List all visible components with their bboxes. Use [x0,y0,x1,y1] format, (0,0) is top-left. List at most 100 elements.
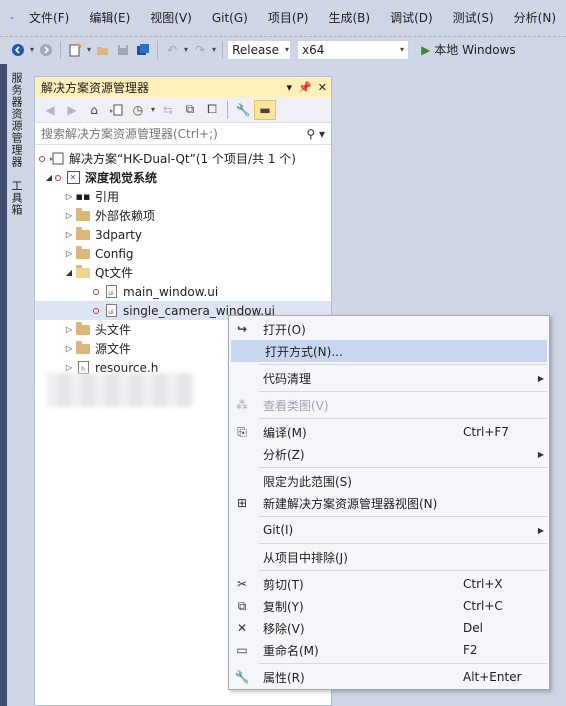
sync-icon[interactable]: ⇆ [157,100,179,120]
external-deps-icon [75,207,91,223]
shortcut-remove: Del [463,621,483,635]
menu-item-open-with[interactable]: 打开方式(N)... [231,340,547,362]
new-project-icon[interactable] [65,40,85,60]
save-all-icon[interactable] [133,40,153,60]
collapsed-arrow-icon[interactable]: ▷ [63,344,75,353]
menu-item-cut[interactable]: ✂ 剪切(T) Ctrl+X [229,573,549,595]
menu-item-properties[interactable]: 🔧 属性(R) Alt+Enter [229,666,549,688]
collapsed-arrow-icon[interactable]: ▷ [63,230,75,239]
wrench-icon: 🔧 [234,670,250,684]
save-icon[interactable] [113,40,133,60]
menu-file[interactable]: 文件(F) [19,0,79,36]
start-debugging-button[interactable]: ▶ 本地 Windows [421,41,516,58]
external-deps-label: 外部依赖项 [95,209,156,223]
chevron-down-icon[interactable]: ▾ [151,105,155,114]
status-dot-icon [93,288,99,295]
tree-row-external-deps[interactable]: ▷ 外部依赖项 [35,206,331,225]
menu-view[interactable]: 视图(V) [140,0,202,36]
menu-item-view-class-diagram[interactable]: ⁂ 查看类图(V) [229,394,549,416]
folder-open-icon [75,264,91,280]
back-icon[interactable]: ◀ [39,100,61,120]
platform-select[interactable]: x64 ▾ [297,39,410,60]
menu-item-compile[interactable]: ⎘ 编译(M) Ctrl+F7 [229,421,549,443]
solution-explorer-search[interactable]: 搜索解决方案资源管理器(Ctrl+;) ⚲ ▾ [35,123,331,145]
folder-icon [75,321,91,337]
menu-item-git[interactable]: Git(I) ▶ [229,519,549,541]
collapsed-arrow-icon[interactable]: ▷ [63,211,75,220]
menu-item-copy[interactable]: ⧉ 复制(Y) Ctrl+C [229,595,549,617]
tree-row-solution[interactable]: 解决方案“HK-Dual-Qt”(1 个项目/共 1 个) [35,149,331,168]
folder-qt-label: Qt文件 [95,266,134,280]
project-icon: ✕ [65,171,81,185]
menu-item-rename[interactable]: ▭ 重命名(M) F2 [229,639,549,661]
tree-row-qt-files[interactable]: ◢ Qt文件 [35,263,331,282]
submenu-arrow-icon: ▶ [537,373,545,383]
menu-build[interactable]: 生成(B) [318,0,380,36]
class-diagram-icon: ⁂ [236,398,248,412]
chevron-down-icon[interactable]: ▾ [212,45,216,54]
collapsed-arrow-icon[interactable]: ▷ [63,325,75,334]
menu-debug[interactable]: 调试(D) [380,0,443,36]
remove-x-icon: ✕ [236,621,248,635]
shortcut-compile: Ctrl+F7 [463,425,509,439]
tree-row-3dparty[interactable]: ▷ 3dparty [35,225,331,244]
tree-row-references[interactable]: ▷ ▪▪ 引用 [35,187,331,206]
navigate-back-icon[interactable] [8,40,28,60]
tab-server-explorer[interactable]: 服务器资源管理器 [8,72,24,168]
menu-item-scope-to-this[interactable]: 限定为此范围(S) [229,470,549,492]
pending-changes-filter-icon[interactable]: ◷ [127,100,149,120]
redo-icon[interactable]: ↷ [190,40,210,60]
references-label: 引用 [95,190,120,204]
menu-analyze[interactable]: 分析(N) [504,0,566,36]
menu-edit[interactable]: 编辑(E) [79,0,140,36]
properties-wrench-icon[interactable]: 🔧 [232,100,254,120]
show-all-files-icon[interactable]: ⧠ [201,100,223,120]
expanded-arrow-icon[interactable]: ◢ [43,173,55,182]
panel-title-bar[interactable]: 解决方案资源管理器 ▾ 📌 ✕ [35,77,331,97]
menu-item-open[interactable]: ↪ 打开(O) [229,318,549,340]
tree-row-main-window-ui[interactable]: ui main_window.ui [35,282,331,301]
forward-icon[interactable]: ▶ [61,100,83,120]
play-icon: ▶ [421,42,431,57]
switch-views-icon[interactable] [105,100,127,120]
submenu-arrow-icon: ▶ [537,525,545,535]
search-icon[interactable]: ⚲ ▾ [306,127,325,141]
menu-item-remove[interactable]: ✕ 移除(V) Del [229,617,549,639]
context-menu: ↪ 打开(O) 打开方式(N)... 代码清理 ▶ ⁂ 查看类图(V) ⎘ 编译… [228,315,550,690]
tab-toolbox[interactable]: 工具箱 [8,180,24,216]
close-icon[interactable]: ✕ [318,81,327,94]
collapsed-arrow-icon[interactable]: ▷ [63,249,75,258]
folder-3dparty-label: 3dparty [95,227,142,242]
menu-git[interactable]: Git(G) [202,0,258,36]
open-folder-icon[interactable] [93,40,113,60]
visual-studio-logo-icon[interactable] [10,4,13,32]
chevron-down-icon[interactable]: ▾ [184,45,188,54]
shortcut-rename: F2 [463,643,478,657]
configuration-select[interactable]: Release ▾ [227,39,292,60]
home-icon[interactable]: ⌂ [83,100,105,120]
side-tab-edge [0,64,7,706]
collapse-all-icon[interactable]: ⧉ [179,100,201,120]
navigate-forward-icon[interactable] [36,40,56,60]
menu-item-new-explorer-view[interactable]: ⊞ 新建解决方案资源管理器视图(N) [229,492,549,514]
chevron-down-icon[interactable]: ▾ [87,45,91,54]
chevron-down-icon: ▾ [284,45,289,54]
menu-item-code-cleanup[interactable]: 代码清理 ▶ [229,367,549,389]
collapsed-arrow-icon[interactable]: ▷ [63,363,75,372]
menu-project[interactable]: 项目(P) [258,0,319,36]
expanded-arrow-icon[interactable]: ◢ [63,268,75,277]
toolbar-separator [222,40,224,59]
rename-icon: ▭ [236,643,248,657]
preview-selected-items-icon[interactable]: ▬ [254,99,277,120]
menu-item-exclude[interactable]: 从项目中排除(J) [229,546,549,568]
menu-test[interactable]: 测试(S) [443,0,504,36]
window-position-icon[interactable]: ▾ [287,81,293,94]
undo-icon[interactable]: ↶ [162,40,182,60]
collapsed-arrow-icon[interactable]: ▷ [63,192,75,201]
tree-row-config[interactable]: ▷ Config [35,244,331,263]
tree-row-project[interactable]: ◢ ✕ 深度视觉系统 [35,168,331,187]
chevron-down-icon[interactable]: ▾ [30,45,34,54]
menu-item-analyze[interactable]: 分析(Z) ▶ [229,443,549,465]
new-view-icon: ⊞ [236,496,248,510]
pin-icon[interactable]: 📌 [298,81,312,94]
